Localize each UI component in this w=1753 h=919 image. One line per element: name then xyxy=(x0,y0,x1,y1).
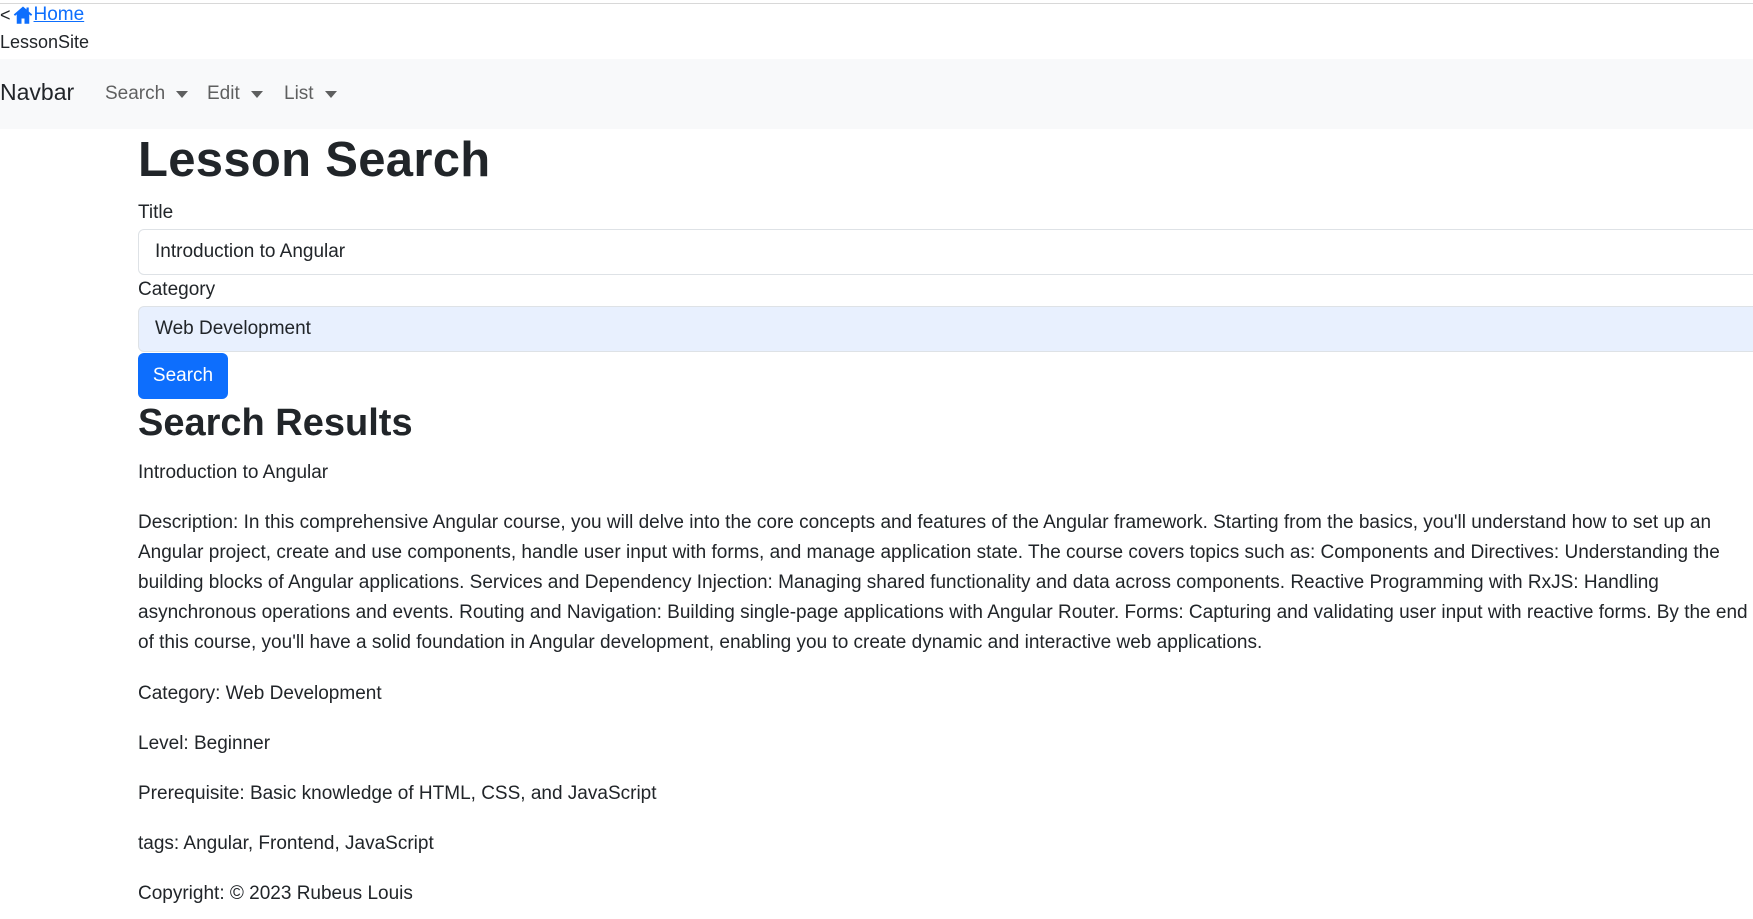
result-level: Level: Beginner xyxy=(138,733,271,754)
home-link[interactable]: Home xyxy=(34,4,85,26)
nav-dropdown-list[interactable]: List xyxy=(284,83,337,105)
result-title: Introduction to Angular xyxy=(138,462,329,483)
navbar-brand[interactable]: Navbar xyxy=(0,79,74,106)
site-name: LessonSite xyxy=(0,32,90,52)
result-prerequisite: Prerequisite: Basic knowledge of HTML, C… xyxy=(138,783,657,804)
back-glyph: < xyxy=(0,4,11,25)
caret-down-icon xyxy=(176,91,189,98)
result-description: Description: In this comprehensive Angul… xyxy=(138,512,1748,653)
caret-down-icon xyxy=(250,91,263,98)
nav-dropdown-label: List xyxy=(284,83,314,104)
title-label: Title xyxy=(138,202,174,223)
category-input[interactable] xyxy=(138,306,1753,352)
nav-dropdown-label: Edit xyxy=(207,83,240,104)
nav-dropdown-search[interactable]: Search xyxy=(105,83,189,105)
category-label: Category xyxy=(138,279,216,300)
nav-dropdown-label: Search xyxy=(105,83,166,104)
navbar: Navbar Search Edit List xyxy=(0,59,1753,129)
result-category: Category: Web Development xyxy=(138,683,382,704)
result-tags: tags: Angular, Frontend, JavaScript xyxy=(138,833,434,854)
page-title: Lesson Search xyxy=(138,133,491,187)
result-copyright: Copyright: © 2023 Rubeus Louis xyxy=(138,883,413,904)
home-breadcrumb: < Home xyxy=(0,4,84,26)
nav-dropdown-edit[interactable]: Edit xyxy=(207,83,263,105)
home-icon[interactable] xyxy=(12,5,34,25)
results-heading: Search Results xyxy=(138,402,413,444)
search-button[interactable]: Search xyxy=(138,353,228,399)
caret-down-icon xyxy=(324,91,337,98)
top-divider xyxy=(0,3,1753,4)
title-input[interactable] xyxy=(138,229,1753,275)
